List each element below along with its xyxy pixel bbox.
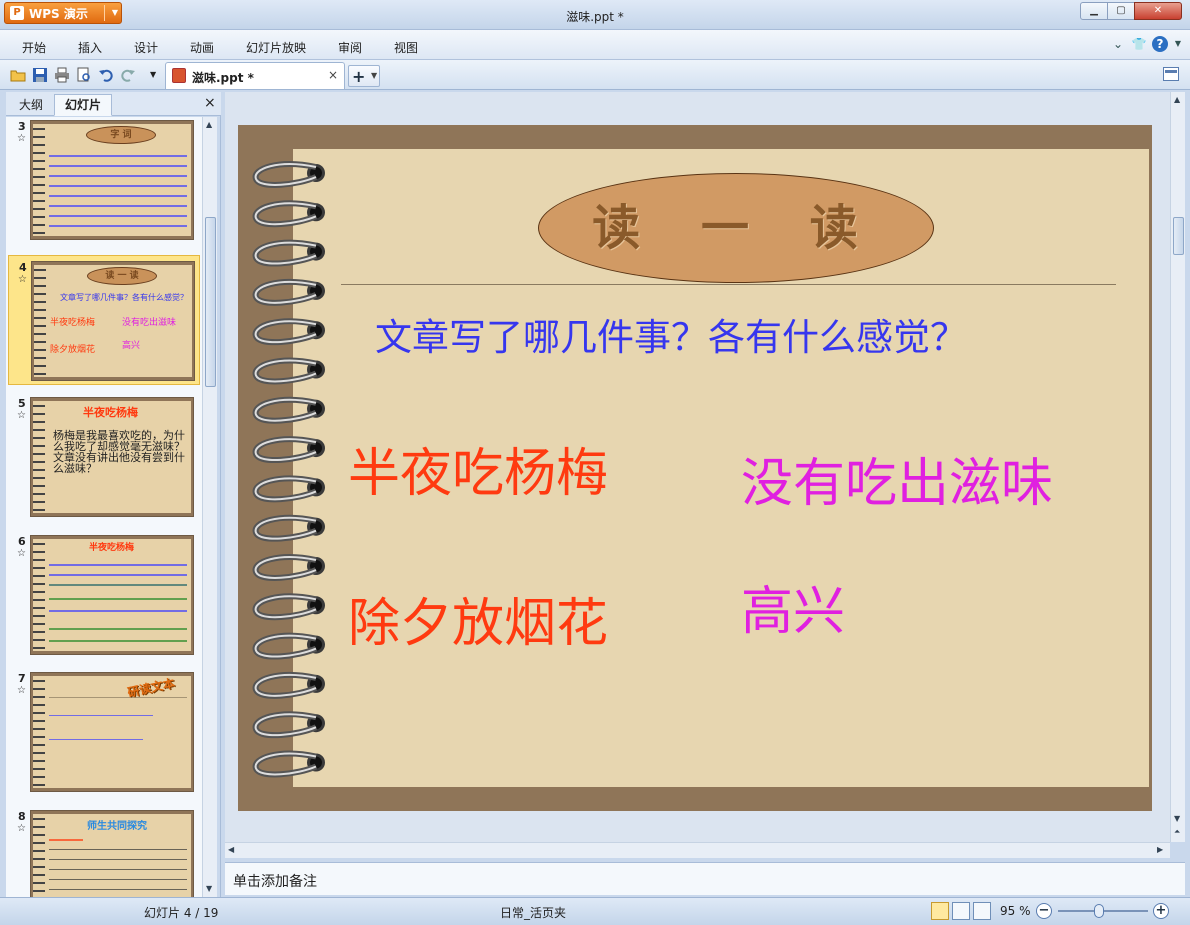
menu-start[interactable]: 开始: [22, 39, 46, 56]
close-window-button[interactable]: ✕: [1134, 2, 1182, 20]
menu-view[interactable]: 视图: [394, 39, 418, 56]
title-divider: [341, 284, 1116, 285]
close-tab-icon[interactable]: ×: [328, 68, 338, 82]
notebook-paper: 读 一 读 文章写了哪几件事？各有什么感觉？ 半夜吃杨梅 没有吃出滋味 除夕放烟…: [293, 149, 1149, 787]
tab-outline[interactable]: 大纲: [8, 94, 54, 116]
slide-editing-area: 读 一 读 文章写了哪几件事？各有什么感觉？ 半夜吃杨梅 没有吃出滋味 除夕放烟…: [225, 92, 1170, 842]
undo-icon[interactable]: [98, 67, 114, 83]
template-name: 日常_活页夹: [500, 906, 567, 920]
document-tab-label: 滋味.ppt *: [192, 71, 254, 85]
slide-thumbnail-8[interactable]: 8 ☆ 师生共同探究: [8, 805, 200, 897]
zoom-slider-knob[interactable]: [1094, 904, 1104, 918]
ppt-file-icon: [172, 68, 186, 83]
menu-bar: 开始 插入 设计 动画 幻灯片放映 审阅 视图 ⌄ 👕 ? ▼: [0, 30, 1190, 60]
animation-star-icon: ☆: [17, 685, 26, 696]
chevron-down-icon[interactable]: ⌄: [1110, 36, 1126, 52]
feeling-1-text[interactable]: 没有吃出滋味: [741, 441, 1053, 516]
tab-slides[interactable]: 幻灯片: [54, 94, 113, 116]
current-slide[interactable]: 读 一 读 文章写了哪几件事？各有什么感觉？ 半夜吃杨梅 没有吃出滋味 除夕放烟…: [238, 125, 1152, 811]
scroll-up-icon[interactable]: ▲: [206, 120, 212, 129]
maximize-button[interactable]: ▢: [1107, 2, 1135, 20]
minimize-button[interactable]: ▁: [1080, 2, 1108, 20]
menu-slideshow[interactable]: 幻灯片放映: [246, 39, 306, 56]
slide-thumbnail-6[interactable]: 6 ☆ 半夜吃杨梅: [8, 530, 200, 660]
window-title: 滋味.ppt *: [566, 10, 624, 24]
animation-star-icon: ☆: [18, 274, 27, 285]
help-dropdown-icon[interactable]: ▼: [1170, 36, 1186, 52]
scroll-down-icon[interactable]: ▼: [1174, 814, 1180, 823]
slide-thumbnail-5[interactable]: 5 ☆ 半夜吃杨梅 杨梅是我最喜欢吃的，为什么我吃了却感觉毫无滋味？文章没有讲出…: [8, 392, 200, 522]
scrollbar-thumb[interactable]: [205, 217, 216, 387]
save-icon[interactable]: [32, 67, 48, 83]
menu-insert[interactable]: 插入: [78, 39, 102, 56]
animation-star-icon: ☆: [17, 823, 26, 834]
slide-question[interactable]: 文章写了哪几件事？各有什么感觉？: [375, 307, 967, 361]
customize-toolbar-icon[interactable]: ▼: [150, 70, 166, 86]
slide-horizontal-scrollbar[interactable]: ◀ ▶: [225, 842, 1170, 858]
print-icon[interactable]: [54, 67, 70, 83]
scrollbar-thumb[interactable]: [1173, 217, 1184, 255]
skin-icon[interactable]: 👕: [1131, 36, 1147, 52]
scroll-right-icon[interactable]: ▶: [1157, 845, 1163, 854]
new-tab-button[interactable]: + ▼: [348, 65, 380, 87]
zoom-out-button[interactable]: −: [1036, 903, 1052, 919]
notes-pane[interactable]: 单击添加备注: [225, 862, 1185, 895]
zoom-in-button[interactable]: +: [1153, 903, 1169, 919]
animation-star-icon: ☆: [17, 133, 26, 144]
slideshow-view-icon[interactable]: [973, 902, 991, 920]
task-pane-icon[interactable]: [1163, 67, 1179, 81]
print-preview-icon[interactable]: [76, 67, 92, 83]
slide-position: 幻灯片 4 / 19: [144, 906, 219, 920]
help-icon[interactable]: ?: [1152, 36, 1168, 52]
scroll-down-icon[interactable]: ▼: [206, 884, 212, 893]
document-tab[interactable]: 滋味.ppt * ×: [165, 62, 345, 89]
slide-thumbnail-4[interactable]: 4 ☆ 读 一 读 文章写了哪几件事？各有什么感觉？ 半夜吃杨梅 没有吃出滋味 …: [8, 255, 200, 385]
feeling-2-text[interactable]: 高兴: [741, 569, 845, 644]
plus-icon: +: [352, 67, 366, 86]
slide-thumbnail-7[interactable]: 7 ☆ 研读文本: [8, 667, 200, 797]
slide-panel: 大纲 幻灯片 × 3 ☆ 字 词 4 ☆ 读 一 读 文章写了哪几件事？各有什么…: [6, 92, 221, 897]
scroll-up-icon[interactable]: ▲: [1174, 95, 1180, 104]
menu-review[interactable]: 审阅: [338, 39, 362, 56]
animation-star-icon: ☆: [17, 548, 26, 559]
panel-tabs: 大纲 幻灯片 ×: [6, 92, 221, 116]
spiral-rings: [252, 161, 325, 778]
notes-placeholder: 单击添加备注: [233, 874, 317, 890]
menu-design[interactable]: 设计: [134, 39, 158, 56]
title-bar: P WPS 演示 ▼ 滋味.ppt * ▁ ▢ ✕: [0, 0, 1190, 30]
zoom-level: 95 %: [1000, 904, 1031, 918]
slide-title[interactable]: 读 一 读: [538, 173, 934, 283]
open-folder-icon[interactable]: [10, 67, 26, 83]
slide-thumbnail-list: 3 ☆ 字 词 4 ☆ 读 一 读 文章写了哪几件事？各有什么感觉？ 半夜吃杨梅…: [6, 117, 202, 897]
wps-presentation-window: P WPS 演示 ▼ 滋味.ppt * ▁ ▢ ✕ 开始 插入 设计 动画 幻灯…: [0, 0, 1190, 925]
animation-star-icon: ☆: [17, 410, 26, 421]
menu-animation[interactable]: 动画: [190, 39, 214, 56]
slide-thumbnail-3[interactable]: 3 ☆ 字 词: [8, 117, 200, 245]
previous-slide-icon[interactable]: ⏶: [1174, 827, 1180, 837]
thumbnail-scrollbar[interactable]: ▲ ▼: [202, 117, 217, 897]
slide-sorter-view-icon[interactable]: [952, 902, 970, 920]
normal-view-icon[interactable]: [931, 902, 949, 920]
event-1-text[interactable]: 半夜吃杨梅: [348, 431, 608, 506]
slide-vertical-scrollbar[interactable]: ▲ ▼ ⏶: [1170, 92, 1185, 842]
event-2-text[interactable]: 除夕放烟花: [348, 581, 608, 656]
redo-icon[interactable]: [120, 67, 136, 83]
scroll-left-icon[interactable]: ◀: [228, 845, 234, 854]
close-panel-icon[interactable]: ×: [204, 95, 216, 111]
status-bar: 幻灯片 4 / 19 日常_活页夹 95 % − +: [0, 897, 1190, 925]
chevron-down-icon[interactable]: ▼: [371, 71, 377, 80]
